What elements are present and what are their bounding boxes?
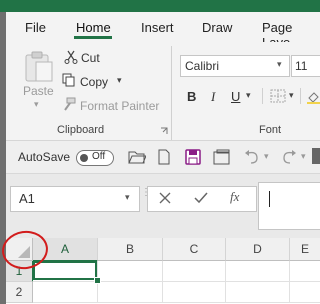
underline-dropdown-icon[interactable]: ▾ [246, 90, 251, 101]
borders-dropdown-icon[interactable]: ▾ [289, 90, 294, 101]
column-header-b[interactable]: B [98, 238, 163, 261]
cell-b1[interactable] [98, 261, 163, 282]
cell-d2[interactable] [226, 282, 290, 303]
name-box-value: A1 [19, 191, 35, 206]
paste-label[interactable]: Paste [23, 84, 54, 98]
save-icon[interactable] [185, 149, 201, 165]
underline-button[interactable]: U [231, 89, 240, 104]
bold-button[interactable]: B [187, 89, 196, 104]
splitter-handle-icon[interactable]: ⋮ [141, 188, 151, 208]
column-header-c[interactable]: C [163, 238, 226, 261]
enter-check-icon[interactable] [194, 191, 208, 205]
font-group-label: Font [259, 124, 282, 136]
autosave-label: AutoSave [18, 150, 71, 164]
paste-dropdown-arrow[interactable]: ▾ [34, 99, 39, 110]
column-header-d[interactable]: D [226, 238, 290, 261]
tab-file[interactable]: File [25, 20, 46, 35]
clipboard-group-label: Clipboard [57, 124, 105, 136]
scissors-icon[interactable] [64, 50, 78, 64]
copy-dropdown-arrow[interactable]: ▾ [117, 75, 122, 86]
formula-buttons: fx [147, 186, 257, 212]
formula-input[interactable] [258, 182, 320, 230]
active-tab-indicator [74, 36, 112, 39]
name-box-dropdown-icon: ▾ [125, 192, 130, 202]
cell-d1[interactable] [226, 261, 290, 282]
redo-dropdown-icon[interactable]: ▾ [301, 151, 306, 162]
qat-overflow-icon[interactable] [312, 148, 320, 164]
ribbon-group-separator [171, 46, 172, 140]
fill-handle[interactable] [94, 277, 101, 284]
title-bar-strip [0, 0, 320, 12]
undo-dropdown-icon[interactable]: ▾ [264, 151, 269, 162]
row-header-2[interactable]: 2 [6, 282, 33, 303]
tab-draw[interactable]: Draw [202, 20, 232, 35]
window-icon[interactable] [213, 149, 231, 165]
font-name-select[interactable]: Calibri ▾ [180, 55, 290, 77]
font-tool-separator [262, 88, 263, 104]
new-file-icon[interactable] [156, 149, 172, 165]
tab-home[interactable]: Home [76, 20, 111, 35]
borders-icon[interactable] [270, 89, 286, 103]
clipboard-dialog-launcher-icon[interactable] [160, 124, 168, 134]
italic-button[interactable]: I [211, 89, 215, 105]
autosave-state: Off [92, 151, 106, 162]
fill-color-icon[interactable] [306, 90, 320, 104]
copy-label[interactable]: Copy [80, 75, 108, 89]
column-header-e[interactable]: E [290, 238, 320, 261]
cut-label[interactable]: Cut [81, 51, 100, 65]
format-painter-icon[interactable] [62, 97, 76, 111]
open-folder-icon[interactable] [128, 149, 147, 165]
font-size-select[interactable]: 11 [291, 55, 320, 77]
font-size-value: 11 [295, 59, 308, 73]
font-name-dropdown-icon: ▾ [277, 59, 282, 69]
toggle-knob [80, 154, 88, 162]
active-cell-border[interactable] [33, 261, 97, 280]
tab-insert[interactable]: Insert [141, 20, 174, 35]
font-tool-separator-2 [300, 88, 301, 104]
insert-function-button[interactable]: fx [230, 189, 239, 205]
cell-e2[interactable] [290, 282, 320, 303]
font-name-value: Calibri [185, 59, 220, 73]
cell-e1[interactable] [290, 261, 320, 282]
copy-icon[interactable] [62, 73, 76, 87]
paste-icon [25, 51, 53, 82]
paste-button[interactable] [22, 50, 56, 82]
cell-a2[interactable] [33, 282, 98, 303]
name-box[interactable]: A1 ▾ [10, 186, 140, 212]
cell-c1[interactable] [163, 261, 226, 282]
text-cursor [269, 191, 270, 207]
undo-icon[interactable] [243, 149, 261, 165]
format-painter-label[interactable]: Format Painter [80, 99, 159, 113]
cell-c2[interactable] [163, 282, 226, 303]
redo-icon[interactable] [280, 149, 298, 165]
cell-b2[interactable] [98, 282, 163, 303]
autosave-toggle[interactable]: Off [76, 150, 114, 166]
cancel-icon[interactable] [158, 191, 172, 205]
